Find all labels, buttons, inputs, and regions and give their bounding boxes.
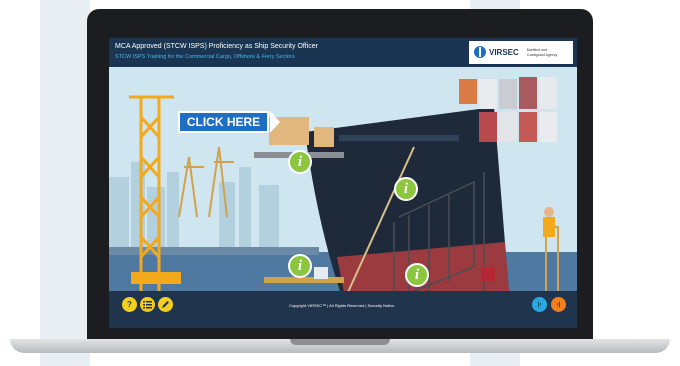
info-hotspot-ship[interactable]: i bbox=[394, 177, 418, 201]
info-hotspot-gangway[interactable]: i bbox=[405, 263, 429, 287]
course-footer bbox=[109, 291, 577, 328]
help-button[interactable]: ? bbox=[122, 297, 137, 312]
virsec-logo-text: VIRSEC bbox=[489, 48, 519, 57]
port-illustration bbox=[109, 77, 577, 314]
course-title: MCA Approved (STCW ISPS) Proficiency as … bbox=[115, 43, 318, 50]
pencil-icon bbox=[162, 301, 169, 308]
click-here-button[interactable]: CLICK HERE bbox=[178, 111, 269, 133]
next-button[interactable]: ›| bbox=[551, 297, 566, 312]
notes-button[interactable] bbox=[158, 297, 173, 312]
partner-logos: VIRSEC Maritime and Coastguard Agency bbox=[469, 41, 573, 64]
port-scene: CLICK HERE i i i i i bbox=[109, 67, 577, 314]
course-subtitle: STCW ISPS Training for the Commercial Ca… bbox=[115, 54, 295, 60]
menu-button[interactable] bbox=[140, 297, 155, 312]
skip-forward-icon: ›| bbox=[556, 301, 561, 308]
menu-list-icon bbox=[143, 301, 152, 309]
info-hotspot-pallet[interactable]: i bbox=[288, 254, 312, 278]
mca-logo-text: Maritime and Coastguard Agency bbox=[526, 48, 558, 57]
skip-back-icon: |‹ bbox=[537, 301, 542, 308]
info-hotspot-cargo[interactable]: i bbox=[288, 150, 312, 174]
course-screen: MCA Approved (STCW ISPS) Proficiency as … bbox=[109, 38, 577, 328]
click-here-arrow bbox=[270, 111, 280, 133]
copyright-text: Copyright VIRSEC™ | All Rights Reserved … bbox=[289, 303, 395, 308]
background-stripe-left bbox=[40, 0, 90, 366]
course-header: MCA Approved (STCW ISPS) Proficiency as … bbox=[109, 38, 577, 67]
laptop-notch bbox=[290, 339, 390, 345]
virsec-logo-icon bbox=[474, 46, 486, 58]
help-icon: ? bbox=[127, 300, 132, 309]
previous-button[interactable]: |‹ bbox=[532, 297, 547, 312]
